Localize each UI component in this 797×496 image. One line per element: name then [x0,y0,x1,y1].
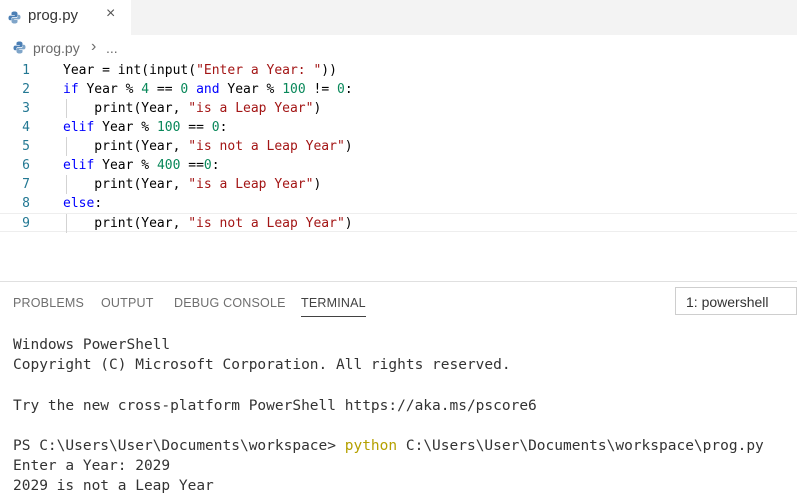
code-token: 400 [156,158,181,173]
code-token: 4 [141,82,150,97]
code-line[interactable]: 4 elif Year % 100 == 0: [0,118,797,137]
code-token: Year % [219,82,283,97]
terminal-command: python [344,438,398,454]
code-line[interactable]: 3 print(Year, "is a Leap Year") [0,99,797,118]
code-editor[interactable]: 1 Year = int(input("Enter a Year: ")) 2 if … [0,60,797,240]
code-token: "is a Leap Year" [188,177,314,192]
code-token: "is not a Leap Year" [188,139,345,154]
python-file-icon [13,41,26,57]
code-line[interactable]: 8 else: [0,194,797,213]
line-number: 6 [22,158,30,173]
tab-filename: prog.py [28,7,79,24]
code-token: 0 [336,82,345,97]
code-token: 100 [156,120,181,135]
python-file-icon [8,11,21,29]
code-text: print(Year, "is a Leap Year") [63,99,321,118]
code-token: "is a Leap Year" [188,101,314,116]
tab-terminal[interactable]: TERMINAL [301,296,366,317]
line-number: 5 [22,139,30,154]
code-token: ) [344,216,353,231]
terminal-line: Copyright (C) Microsoft Corporation. All… [13,357,511,373]
code-token: else [63,196,95,211]
code-token: and [196,82,220,97]
terminal-line: Windows PowerShell [13,337,171,353]
terminal-line: Enter a Year: 2029 [13,458,171,474]
code-token: print(Year, [63,177,189,192]
code-token: elif [63,120,95,135]
breadcrumb-more[interactable]: ... [106,40,118,56]
line-number: 7 [22,177,30,192]
code-token: if [63,82,79,97]
tab-problems[interactable]: PROBLEMS [13,296,84,310]
breadcrumb: prog.py › ... [0,38,797,60]
code-token: )) [321,63,337,78]
code-token: ) [344,139,353,154]
code-token: : [94,196,103,211]
terminal-line: 2029 is not a Leap Year [13,478,214,494]
terminal-line: Try the new cross-platform PowerShell ht… [13,398,537,414]
code-token: : [219,120,228,135]
code-text: if Year % 4 == 0 and Year % 100 != 0: [63,80,353,99]
code-token: print(Year, [63,216,189,231]
code-token: : [344,82,353,97]
code-token: == [180,158,204,173]
chevron-right-icon: › [91,38,97,55]
tab-output[interactable]: OUTPUT [101,296,154,310]
code-line[interactable]: 2 if Year % 4 == 0 and Year % 100 != 0: [0,80,797,99]
code-token: Year % [78,82,142,97]
code-line[interactable]: 6 elif Year % 400 ==0: [0,156,797,175]
code-line[interactable]: 5 print(Year, "is not a Leap Year") [0,137,797,156]
code-token: == [149,82,181,97]
line-number: 4 [22,120,30,135]
code-text: print(Year, "is a Leap Year") [63,175,321,194]
bottom-panel: PROBLEMS OUTPUT DEBUG CONSOLE TERMINAL 1… [0,281,797,496]
code-text: elif Year % 400 ==0: [63,156,220,175]
code-text: elif Year % 100 == 0: [63,118,227,137]
code-text: else: [63,194,102,213]
line-number: 2 [22,82,30,97]
terminal-command-arg: C:\Users\User\Documents\workspace\prog.p… [397,438,764,454]
code-line[interactable]: 7 print(Year, "is a Leap Year") [0,175,797,194]
line-number: 9 [22,216,30,231]
code-token: Year % [94,158,157,173]
code-token: elif [63,158,95,173]
code-token: ) [313,177,322,192]
breadcrumb-file[interactable]: prog.py [33,40,80,56]
code-token: 100 [282,82,306,97]
code-text: print(Year, "is not a Leap Year") [63,214,353,233]
close-tab-icon[interactable]: × [106,5,115,23]
line-number: 8 [22,196,30,211]
line-number: 1 [22,63,30,78]
code-token: print(Year, [63,101,189,116]
code-token: == [180,120,212,135]
code-text: print(Year, "is not a Leap Year") [63,137,353,156]
terminal-prompt: PS C:\Users\User\Documents\workspace> [13,438,345,454]
code-token: 0 [211,120,220,135]
code-token: print(Year, [63,139,189,154]
editor-tab-bar: prog.py × [0,0,797,35]
code-token: "is not a Leap Year" [188,216,345,231]
code-line[interactable]: 1 Year = int(input("Enter a Year: ")) [0,61,797,80]
code-token: "Enter a Year: " [196,63,322,78]
tab-prog-py[interactable]: prog.py × [0,0,131,35]
code-token: Year = int(input( [63,63,197,78]
code-text: Year = int(input("Enter a Year: ")) [63,61,337,80]
code-token: ) [313,101,322,116]
code-token: 0 [203,158,212,173]
tab-debug-console[interactable]: DEBUG CONSOLE [174,296,286,310]
terminal-prompt-line: PS C:\Users\User\Documents\workspace> py… [13,436,764,456]
code-token: != [305,82,337,97]
terminal-select[interactable]: 1: powershell [675,287,797,315]
code-line[interactable]: 9 print(Year, "is not a Leap Year") [0,213,797,233]
code-token: : [211,158,220,173]
code-token: Year % [94,120,157,135]
line-number: 3 [22,101,30,116]
